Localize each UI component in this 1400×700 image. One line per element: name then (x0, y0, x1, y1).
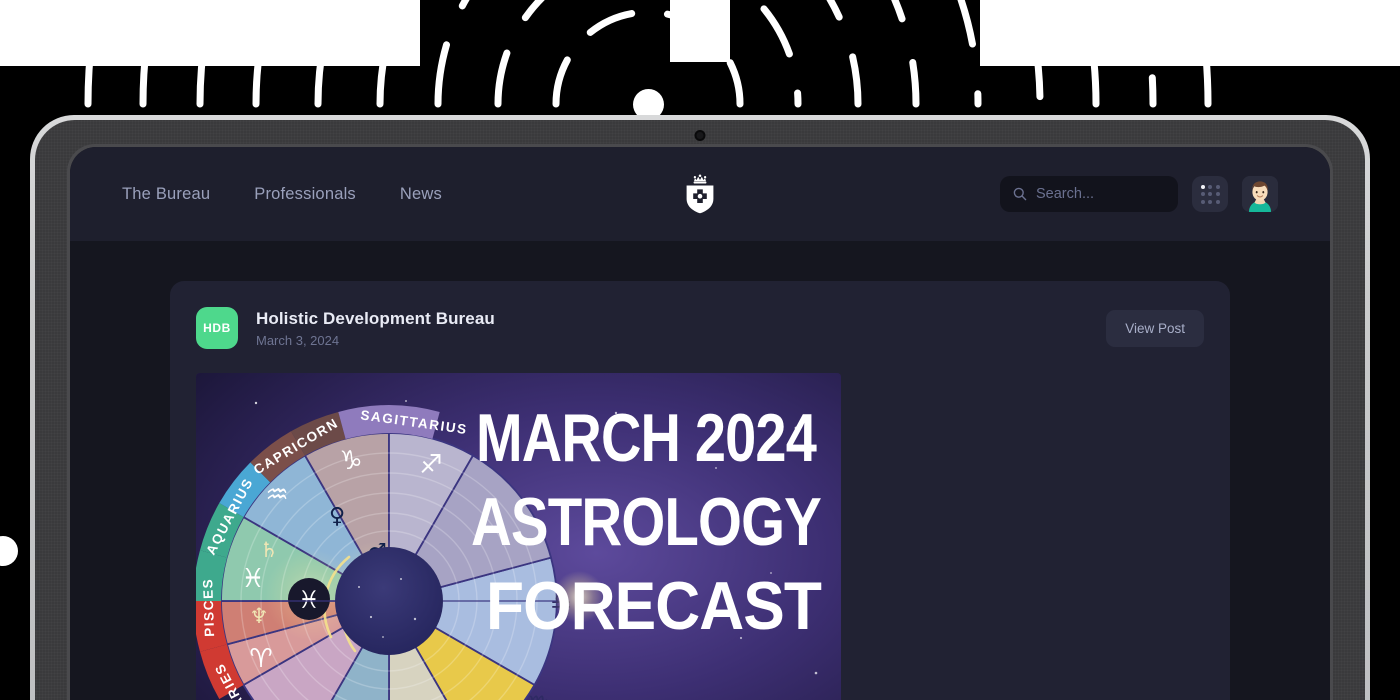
poster-title-line-1: MARCH 2024 (476, 400, 817, 476)
laptop-bezel-inner: The Bureau Professionals News Search... … (67, 144, 1333, 700)
glyph-venus: ♀ (329, 504, 345, 529)
post-meta: Holistic Development Bureau March 3, 202… (256, 309, 495, 348)
post-header: HDB Holistic Development Bureau March 3,… (196, 307, 1204, 349)
search-input[interactable] (1036, 186, 1165, 202)
nav-link-professionals[interactable]: Professionals (254, 185, 356, 204)
apps-grid-button[interactable] (1192, 176, 1228, 212)
top-navigation-bar: The Bureau Professionals News (70, 147, 1330, 241)
glyph-pisces-marker: ♓ (298, 586, 320, 614)
scene: The Bureau Professionals News Search... … (0, 0, 1400, 700)
nav-link-news[interactable]: News (400, 185, 442, 204)
glyph-neptune: ♆ (250, 604, 269, 628)
glyph-aries: ♈ (249, 644, 272, 674)
glyph-virgo: ♍ (528, 691, 550, 700)
post-date: March 3, 2024 (256, 332, 340, 348)
nav-right-controls (1000, 176, 1278, 212)
content-area: HDB Holistic Development Bureau March 3,… (70, 241, 1330, 700)
glyph-capricorn: ♑ (339, 446, 362, 476)
view-post-button[interactable]: View Post (1106, 309, 1204, 347)
search-icon (1013, 187, 1027, 201)
page-whitespace-right (980, 0, 1400, 66)
avatar[interactable] (1242, 176, 1278, 212)
laptop-bezel: The Bureau Professionals News Search... … (35, 120, 1365, 700)
page-whitespace-center (670, 0, 730, 62)
post-card: HDB Holistic Development Bureau March 3,… (170, 281, 1230, 700)
nav-links: The Bureau Professionals News (122, 185, 442, 204)
astrology-poster: AQUARIUS CAPRICORN SAGITTARIUS PISCES AR… (196, 373, 841, 700)
glyph-saturn: ♄ (260, 538, 279, 562)
zodiac-label-pisces: PISCES (200, 577, 217, 637)
decorative-dot-left (0, 536, 18, 566)
poster-title-line-2: ASTROLOGY (471, 484, 822, 560)
laptop-frame: The Bureau Professionals News Search... … (30, 115, 1370, 700)
crowned-shield-crest-icon[interactable] (683, 174, 717, 214)
grid-dots-icon (1200, 184, 1220, 204)
search-box[interactable] (1000, 176, 1178, 212)
page-whitespace-left (0, 0, 420, 66)
org-avatar: HDB (196, 307, 238, 349)
org-name: Holistic Development Bureau (256, 308, 495, 328)
poster-title-line-3: FORECAST (486, 568, 821, 644)
glyph-aquarius: ♒ (265, 480, 288, 510)
glyph-pisces: ♓ (241, 564, 264, 594)
screen: The Bureau Professionals News Search... … (70, 147, 1330, 700)
nav-link-the-bureau[interactable]: The Bureau (122, 185, 210, 204)
webcam-icon (694, 130, 706, 141)
glyph-sagittarius: ♐ (419, 450, 442, 480)
post-image[interactable]: AQUARIUS CAPRICORN SAGITTARIUS PISCES AR… (196, 373, 841, 700)
